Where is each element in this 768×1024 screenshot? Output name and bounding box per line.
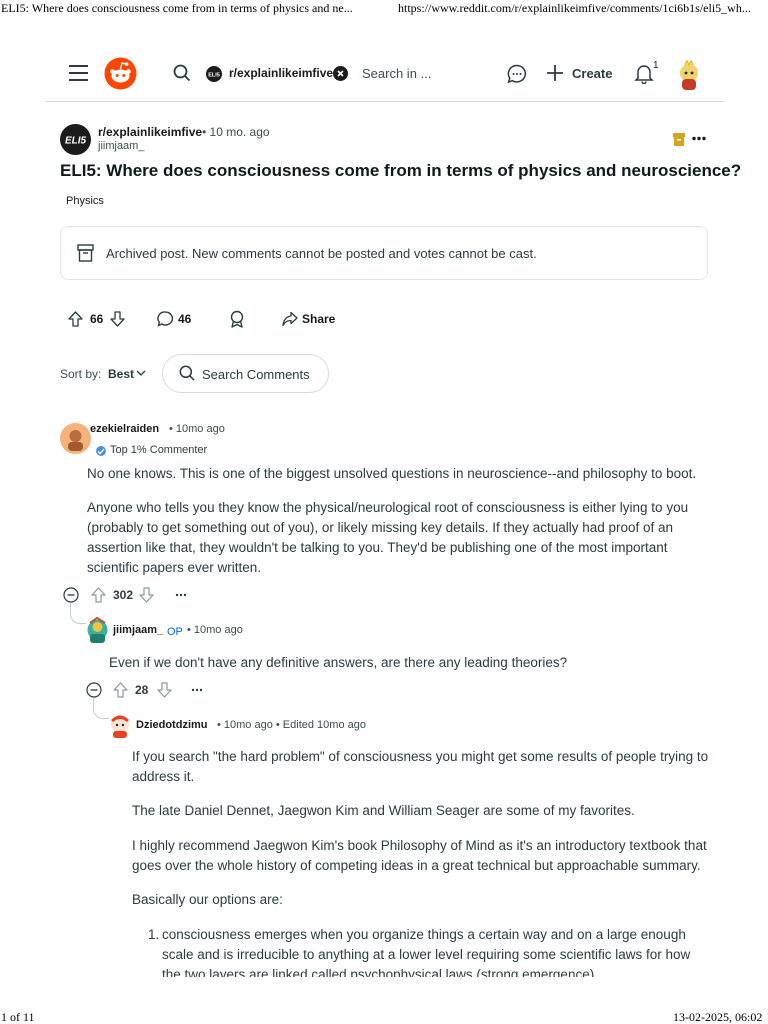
svg-text:ELI5: ELI5	[208, 73, 220, 79]
list-item: consciousness emerges when you organize …	[162, 927, 691, 977]
post-comment-count[interactable]: 46	[178, 312, 191, 326]
commenter-avatar[interactable]	[85, 616, 110, 645]
community-logo-text: ELI5	[65, 136, 87, 147]
search-input[interactable]: Search in ...	[362, 66, 431, 81]
comment-paragraph: Even if we don't have any definitive ans…	[109, 655, 568, 670]
list-number: 1.	[148, 927, 160, 942]
search-comments-label: Search Comments	[202, 367, 310, 382]
downvote-icon[interactable]	[157, 682, 172, 698]
comment-paragraph: I highly recommend Jaegwon Kim's book Ph…	[132, 838, 707, 873]
more-options-icon[interactable]	[692, 136, 706, 141]
comment-icon[interactable]	[157, 311, 174, 327]
comment-paragraph: No one knows. This is one of the biggest…	[87, 466, 697, 481]
commenter-avatar[interactable]	[108, 711, 132, 739]
comment-paragraph: Basically our options are:	[132, 892, 283, 907]
print-url: https://www.reddit.com/r/explainlikeimfi…	[398, 1, 751, 15]
user-avatar[interactable]	[676, 57, 702, 91]
comment-author[interactable]: jiimjaam_	[113, 624, 163, 636]
comment-more-icon[interactable]	[191, 688, 203, 692]
comment-more-icon[interactable]	[175, 593, 187, 597]
comment-author[interactable]: ezekielraiden	[90, 423, 159, 435]
comment-vote-count: 28	[135, 683, 149, 697]
downvote-icon[interactable]	[110, 311, 125, 327]
bell-icon[interactable]	[634, 63, 654, 84]
post-subreddit-link[interactable]: r/explainlikeimfive	[98, 125, 202, 139]
award-icon[interactable]	[229, 310, 245, 328]
comment-paragraph: If you search "the hard problem" of cons…	[132, 749, 709, 784]
print-datetime: 13-02-2025, 06:02	[673, 1010, 763, 1024]
post-age: • 10 mo. ago	[202, 125, 270, 139]
comment-author[interactable]: Dziedotdzimu	[136, 719, 208, 731]
share-button[interactable]: Share	[302, 312, 335, 326]
comment-paragraph: Anyone who tells you they know the physi…	[87, 500, 689, 575]
plus-icon[interactable]	[546, 64, 564, 82]
chat-icon[interactable]	[507, 64, 527, 84]
comment-vote-count: 302	[113, 588, 134, 602]
menu-icon[interactable]	[69, 64, 89, 82]
upvote-icon[interactable]	[68, 311, 83, 327]
print-page-title: ELI5: Where does consciousness come from…	[1, 1, 353, 15]
sort-dropdown[interactable]: Best	[108, 367, 134, 381]
op-badge: OP	[167, 626, 183, 638]
collapse-thread-icon[interactable]	[63, 587, 79, 603]
search-comments-icon	[179, 365, 195, 381]
create-button[interactable]: Create	[572, 66, 612, 81]
notification-count: 1	[653, 60, 659, 71]
archived-notice: Archived post. New comments cannot be po…	[106, 246, 537, 261]
print-page-number: 1 of 11	[1, 1010, 35, 1024]
subreddit-chip-icon: ELI5	[206, 66, 222, 82]
comment-paragraph: The late Daniel Dennet, Jaegwon Kim and …	[132, 803, 635, 818]
comment-time: • 10mo ago	[187, 624, 243, 636]
downvote-icon[interactable]	[139, 587, 154, 603]
reddit-logo-icon[interactable]	[104, 57, 137, 90]
thread-connector	[93, 698, 109, 719]
post-flair[interactable]: Physics	[66, 195, 104, 207]
post-vote-count: 66	[90, 312, 104, 326]
header-divider	[46, 101, 724, 102]
post-author-link[interactable]: jiimjaam_	[98, 140, 144, 152]
thread-connector	[70, 603, 86, 624]
sort-label: Sort by:	[60, 367, 102, 381]
search-icon[interactable]	[173, 64, 191, 82]
comment-time: • 10mo ago	[169, 423, 225, 435]
clear-chip-icon[interactable]	[333, 66, 348, 81]
archived-icon	[673, 133, 685, 146]
upvote-icon[interactable]	[113, 682, 128, 698]
top-commenter-badge-icon	[96, 446, 106, 456]
upvote-icon[interactable]	[91, 587, 106, 603]
comment-time: • 10mo ago • Edited 10mo ago	[217, 719, 366, 731]
post-title: ELI5: Where does consciousness come from…	[60, 161, 742, 180]
community-avatar[interactable]: ELI5	[60, 124, 91, 155]
chevron-down-icon[interactable]	[136, 369, 146, 377]
archive-box-icon	[77, 244, 94, 262]
collapse-thread-icon[interactable]	[86, 682, 102, 698]
top-commenter-badge: Top 1% Commenter	[110, 444, 208, 456]
options-list: 1. consciousness emerges when you organi…	[132, 925, 712, 977]
subreddit-chip-label[interactable]: r/explainlikeimfive	[229, 66, 333, 80]
commenter-avatar[interactable]	[60, 423, 91, 454]
share-icon[interactable]	[282, 311, 298, 327]
